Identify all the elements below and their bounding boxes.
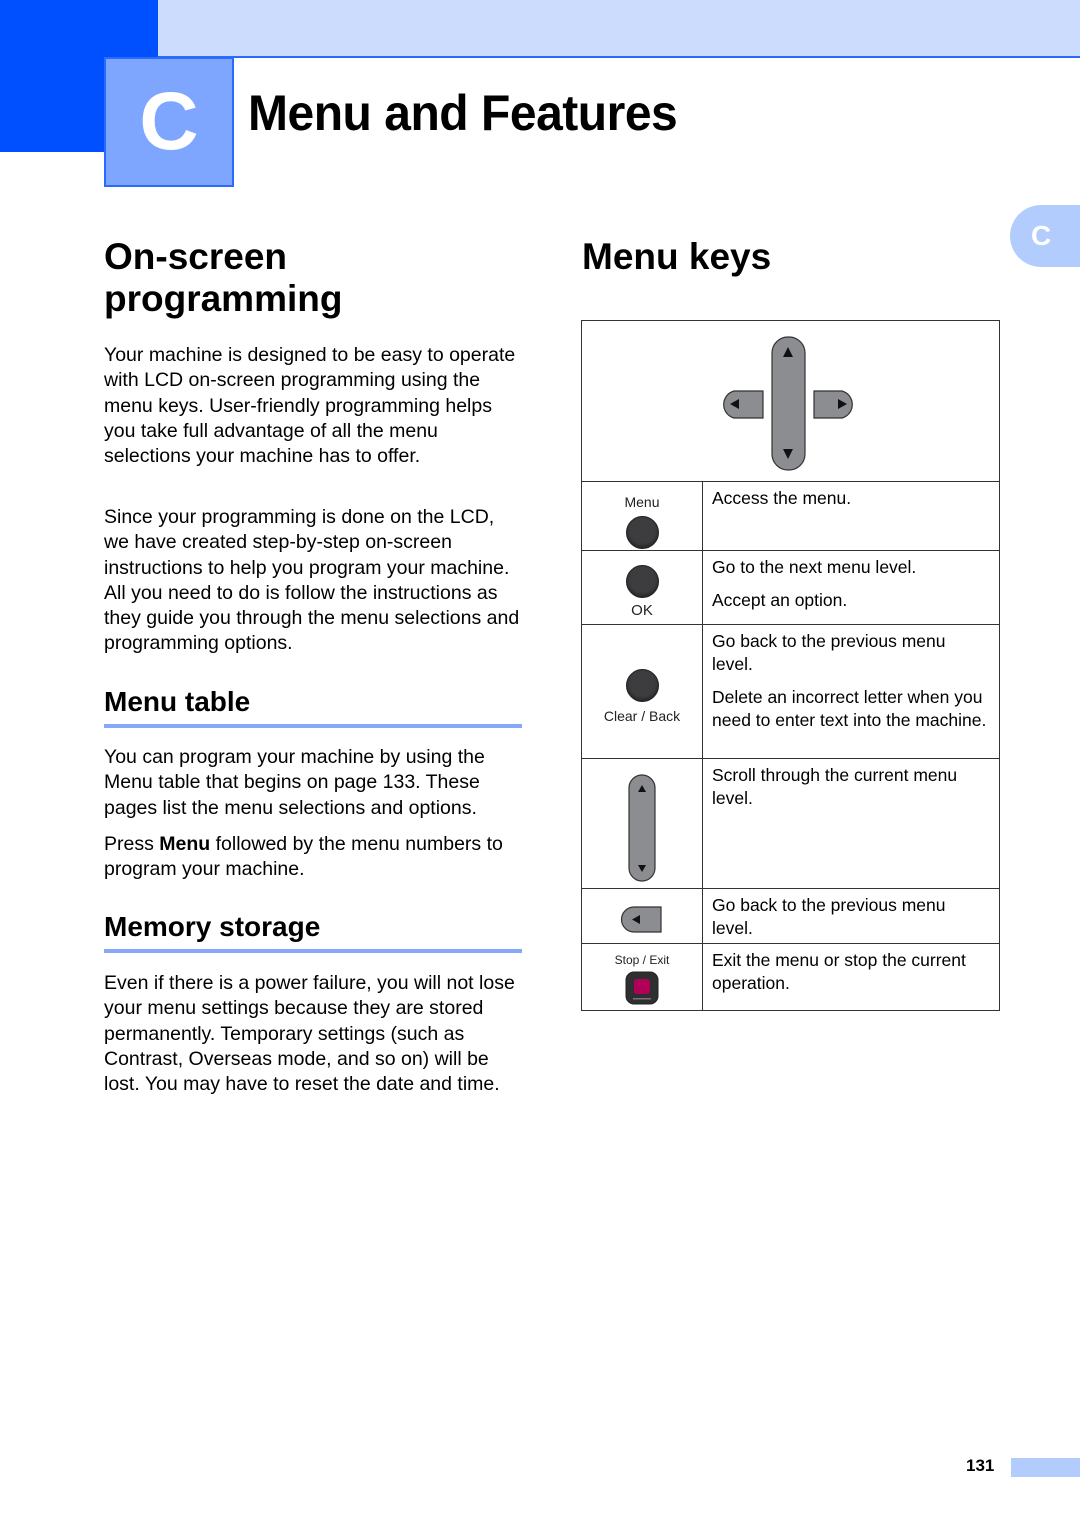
key-label: Stop / Exit [614,953,670,967]
section-title-on-screen-programming: On-screen programming [104,236,342,320]
clear-back-key-icon [625,669,659,702]
description-cell: Go to the next menu level. Accept an opt… [702,550,1000,625]
subsection-title-memory-storage: Memory storage [104,911,321,942]
title-line-2: programming [104,278,343,319]
header-light-band [158,0,1080,58]
title-line-1: On-screen [104,236,288,277]
chapter-letter-box: C [104,57,234,187]
table-row: Stop / Exit Exit the menu or stop the cu… [581,943,1000,1011]
key-label: Clear / Back [603,708,681,724]
description: Exit the menu or stop the current operat… [712,950,966,993]
intro-paragraph-2: Since your programming is done on the LC… [104,506,520,655]
description: Go back to the previous menu level. [712,895,946,938]
table-row: Go back to the previous menu level. [581,888,1000,944]
description: Access the menu. [712,488,852,508]
menu-key-icon [625,516,659,549]
chapter-side-tab: C [1010,205,1080,267]
description-cell: Scroll through the current menu level. [702,758,1000,889]
key-cell: OK [581,550,703,625]
menu-keys-table: Menu Access the menu. OK Go to the next … [581,320,1000,1011]
memory-storage-paragraph: Even if there is a power failure, you wi… [104,972,515,1096]
description-cell: Go back to the previous menu level. Dele… [702,624,1000,759]
key-label: Menu [624,494,660,510]
section-rule [104,724,522,728]
table-row: Menu Access the menu. [581,481,1000,551]
key-cell: Menu [581,481,703,551]
menu-key-name: Menu [159,833,211,855]
menu-table-paragraph-2: Press Menu followed by the menu numbers … [104,833,503,881]
up-down-key-icon [771,336,806,471]
subsection-title-menu-table: Menu table [104,686,251,717]
intro-paragraph-1: Your machine is designed to be easy to o… [104,344,516,468]
up-down-key-icon [628,774,656,882]
description: Accept an option. [712,590,848,610]
menu-table-paragraph-1: You can program your machine by using th… [104,746,485,819]
section-title-menu-keys: Menu keys [582,236,772,277]
description: Scroll through the current menu level. [712,765,958,808]
left-arrow-key-icon [620,906,662,933]
left-arrow-key-icon [723,390,764,419]
key-cell: Stop / Exit [581,943,703,1011]
description: Delete an incorrect letter when you need… [712,687,987,730]
stop-key-icon [625,971,659,1005]
key-cell: Clear / Back [581,624,703,759]
section-rule [104,949,522,953]
description: Go back to the previous menu level. [712,631,946,674]
description: Go to the next menu level. [712,557,917,577]
page-number: 131 [966,1456,995,1475]
key-cell [581,888,703,944]
dpad-keys-icon [723,336,853,471]
key-label: OK [631,602,653,619]
footer-bar [1011,1458,1080,1477]
table-row: Clear / Back Go back to the previous men… [581,624,1000,759]
table-row: Scroll through the current menu level. [581,758,1000,889]
ok-key-icon [625,565,659,598]
chapter-letter: C [139,76,199,167]
right-arrow-key-icon [813,390,853,419]
description-cell: Go back to the previous menu level. [702,888,1000,944]
dpad-cell [581,320,1000,482]
table-row: OK Go to the next menu level. Accept an … [581,550,1000,625]
table-row-dpad [581,320,1000,482]
description-cell: Exit the menu or stop the current operat… [702,943,1000,1011]
chapter-title: Menu and Features [248,85,678,141]
side-tab-letter: C [1031,220,1052,251]
key-cell [581,758,703,889]
description-cell: Access the menu. [702,481,1000,551]
